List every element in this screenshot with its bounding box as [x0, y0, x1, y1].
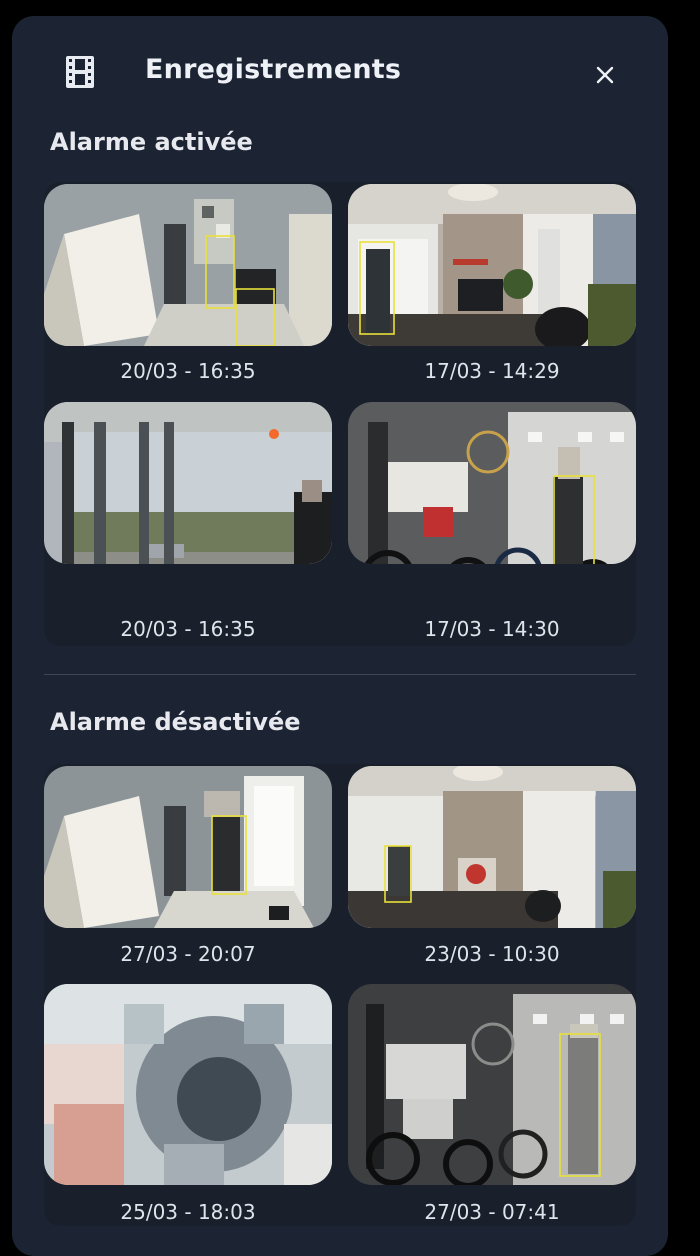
- section-divider: [44, 674, 636, 675]
- recording-timestamp: 20/03 - 16:35: [120, 617, 256, 641]
- recording-thumbnail[interactable]: [44, 766, 332, 928]
- section-title-alarm-on: Alarme activée: [50, 128, 253, 156]
- page-title: Enregistrements: [145, 54, 402, 85]
- recording-timestamp: 17/03 - 14:29: [424, 359, 560, 383]
- recording-timestamp: 27/03 - 07:41: [424, 1200, 560, 1224]
- recording-thumbnail[interactable]: [348, 766, 636, 928]
- recording-thumbnail[interactable]: [348, 184, 636, 346]
- recording-timestamp: 27/03 - 20:07: [120, 942, 256, 966]
- recording-thumbnail[interactable]: [44, 402, 332, 564]
- recording-timestamp: 23/03 - 10:30: [424, 942, 560, 966]
- recording-thumbnail[interactable]: [44, 184, 332, 346]
- panel-header: Enregistrements: [12, 16, 668, 126]
- recordings-panel: Enregistrements Alarme activée 20/03 - 1…: [12, 16, 668, 1256]
- recording-timestamp: 17/03 - 14:30: [424, 617, 560, 641]
- recording-timestamp: 20/03 - 16:35: [120, 359, 256, 383]
- film-icon: [66, 56, 94, 88]
- section-title-alarm-off: Alarme désactivée: [50, 708, 301, 736]
- close-button[interactable]: [590, 60, 620, 90]
- recording-thumbnail[interactable]: [348, 402, 636, 564]
- recording-thumbnail[interactable]: [44, 984, 332, 1185]
- close-icon: [596, 66, 614, 84]
- recording-thumbnail[interactable]: [348, 984, 636, 1185]
- recording-timestamp: 25/03 - 18:03: [120, 1200, 256, 1224]
